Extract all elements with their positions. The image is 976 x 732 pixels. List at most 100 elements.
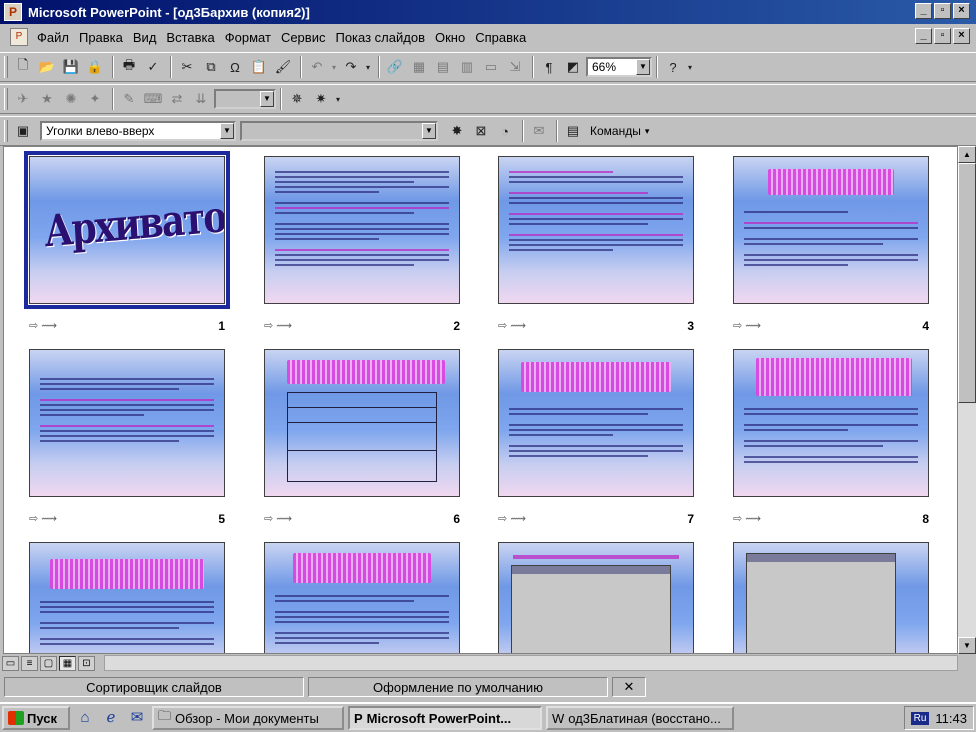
anim-reverse-icon[interactable]: ⇄ — [166, 88, 188, 110]
slide-thumbnail-12[interactable] — [733, 542, 929, 653]
slide-sorter-view-icon[interactable]: ▦ — [59, 655, 76, 671]
spellcheck-status-icon[interactable]: ✕ — [612, 677, 646, 697]
transition-effect-select[interactable]: Уголки влево-вверх ▼ — [40, 121, 236, 141]
internet-explorer-icon[interactable]: ℯ — [100, 707, 122, 729]
save-icon[interactable]: 💾 — [60, 56, 82, 78]
new-slide-icon[interactable]: ▭ — [480, 56, 502, 78]
slide-show-icon[interactable]: ⊡ — [78, 655, 95, 671]
rehearse-timings-icon[interactable]: ◔ — [494, 120, 516, 142]
menu-help[interactable]: Справка — [470, 30, 531, 45]
slide-thumbnail-6[interactable] — [264, 349, 460, 497]
transition-icon[interactable]: ⇨ ⟿ — [264, 512, 292, 525]
tables-borders-icon[interactable]: ▦ — [408, 56, 430, 78]
slide-sorter-view[interactable]: Архиваторы ⇨ ⟿ 1 ⇨ ⟿ 2 ⇨ ⟿ 3 ⇨ ⟿ 4 ⇨ ⟿ 5… — [3, 146, 958, 654]
help-icon[interactable]: ? — [662, 56, 684, 78]
chevron-down-icon[interactable]: ▼ — [260, 91, 274, 107]
scroll-thumb[interactable] — [958, 163, 976, 403]
horizontal-scrollbar[interactable] — [104, 655, 958, 671]
transition-icon[interactable]: ⇨ ⟿ — [498, 512, 526, 525]
menu-edit[interactable]: Правка — [74, 30, 128, 45]
language-indicator[interactable]: Ru — [910, 711, 930, 725]
slide-thumbnail-2[interactable] — [264, 156, 460, 304]
menu-file[interactable]: Файл — [32, 30, 74, 45]
slide-view-icon[interactable]: ▢ — [40, 655, 57, 671]
close-button[interactable]: × — [953, 3, 970, 19]
menu-insert[interactable]: Вставка — [161, 30, 219, 45]
open-icon[interactable]: 📂 — [36, 56, 58, 78]
slide-thumbnail-1[interactable]: Архиваторы — [24, 151, 230, 309]
insert-table-icon[interactable]: ▤ — [432, 56, 454, 78]
new-icon[interactable]: 🗋 — [12, 56, 34, 78]
minimize-button[interactable]: _ — [915, 3, 932, 19]
transition-icon[interactable]: ⇨ ⟿ — [29, 512, 57, 525]
slide-transition-icon[interactable]: ▣ — [12, 120, 34, 142]
taskbar-explorer[interactable]: 🗀 Обзор - Мои документы — [152, 706, 344, 730]
menu-tools[interactable]: Сервис — [276, 30, 331, 45]
insert-chart-icon[interactable]: ▥ — [456, 56, 478, 78]
print-icon[interactable]: 🖶 — [118, 56, 140, 78]
hyperlink-icon[interactable]: 🔗 — [384, 56, 406, 78]
show-formatting-icon[interactable]: ¶ — [538, 56, 560, 78]
start-button[interactable]: Пуск — [2, 706, 70, 730]
animation-order-select[interactable]: ▼ — [214, 89, 276, 109]
menu-view[interactable]: Вид — [128, 30, 162, 45]
doc-minimize-button[interactable]: _ — [915, 28, 932, 44]
text-preset-select[interactable]: ▼ — [240, 121, 438, 141]
undo-icon[interactable]: ↶ — [306, 56, 328, 78]
outline-view-icon[interactable]: ≡ — [21, 655, 38, 671]
permission-icon[interactable]: 🔒 — [84, 56, 106, 78]
slide-thumbnail-7[interactable] — [498, 349, 694, 497]
slide-thumbnail-8[interactable] — [733, 349, 929, 497]
transition-icon[interactable]: ⇨ ⟿ — [733, 512, 761, 525]
slide-thumbnail-11[interactable] — [498, 542, 694, 653]
menu-window[interactable]: Окно — [430, 30, 470, 45]
slide-thumbnail-5[interactable] — [29, 349, 225, 497]
slide-thumbnail-10[interactable] — [264, 542, 460, 653]
symbol-icon[interactable]: Ω — [224, 56, 246, 78]
undo-dropdown-icon[interactable]: ▾ — [330, 56, 338, 78]
menu-format[interactable]: Формат — [220, 30, 276, 45]
format-painter-icon[interactable]: 🖌 — [272, 56, 294, 78]
animation-effects-icon[interactable]: ✸ — [446, 120, 468, 142]
powerpoint-app-icon[interactable]: P — [4, 3, 22, 21]
anim-camera-icon[interactable]: ✺ — [60, 88, 82, 110]
anim-drive-icon[interactable]: ✈ — [12, 88, 34, 110]
chevron-down-icon[interactable]: ▼ — [422, 123, 436, 139]
normal-view-icon[interactable]: ▭ — [2, 655, 19, 671]
chevron-down-icon[interactable]: ▾ — [645, 126, 650, 137]
transition-icon[interactable]: ⇨ ⟿ — [498, 319, 526, 332]
doc-restore-button[interactable]: ▫ — [934, 28, 951, 44]
redo-icon[interactable]: ↷ — [340, 56, 362, 78]
transition-icon[interactable]: ⇨ ⟿ — [733, 319, 761, 332]
grayscale-icon[interactable]: ◩ — [562, 56, 584, 78]
show-desktop-icon[interactable]: ⌂ — [74, 707, 96, 729]
cut-icon[interactable]: ✂ — [176, 56, 198, 78]
outlook-icon[interactable]: ✉ — [126, 707, 148, 729]
summary-slide-icon[interactable]: ✉ — [528, 120, 550, 142]
anim-options-icon[interactable]: ▾ — [334, 88, 342, 110]
scroll-up-icon[interactable]: ▲ — [958, 146, 976, 163]
chevron-down-icon[interactable]: ▼ — [220, 123, 234, 139]
anim-flash-icon[interactable]: ✦ — [84, 88, 106, 110]
animation-preview-icon[interactable]: ✷ — [310, 88, 332, 110]
anim-drop-icon[interactable]: ⇊ — [190, 88, 212, 110]
paste-icon[interactable]: 📋 — [248, 56, 270, 78]
zoom-select[interactable]: 66% ▼ — [586, 57, 652, 77]
toolbar-options-icon[interactable]: ▾ — [686, 56, 694, 78]
spelling-icon[interactable]: ✓ — [142, 56, 164, 78]
redo-dropdown-icon[interactable]: ▾ — [364, 56, 372, 78]
menu-slideshow[interactable]: Показ слайдов — [330, 30, 430, 45]
slide-thumbnail-4[interactable] — [733, 156, 929, 304]
doc-close-button[interactable]: × — [953, 28, 970, 44]
document-icon[interactable]: P — [10, 28, 28, 46]
slide-thumbnail-3[interactable] — [498, 156, 694, 304]
taskbar-powerpoint[interactable]: P Microsoft PowerPoint... — [348, 706, 542, 730]
transition-icon[interactable]: ⇨ ⟿ — [29, 319, 57, 332]
transition-icon[interactable]: ⇨ ⟿ — [264, 319, 292, 332]
anim-laser-icon[interactable]: ✎ — [118, 88, 140, 110]
commands-menu[interactable]: Команды — [590, 124, 641, 138]
copy-icon[interactable]: ⧉ — [200, 56, 222, 78]
slide-thumbnail-9[interactable] — [29, 542, 225, 653]
taskbar-word[interactable]: W од3Блатиная (восстано... — [546, 706, 734, 730]
custom-animation-icon[interactable]: ✵ — [286, 88, 308, 110]
